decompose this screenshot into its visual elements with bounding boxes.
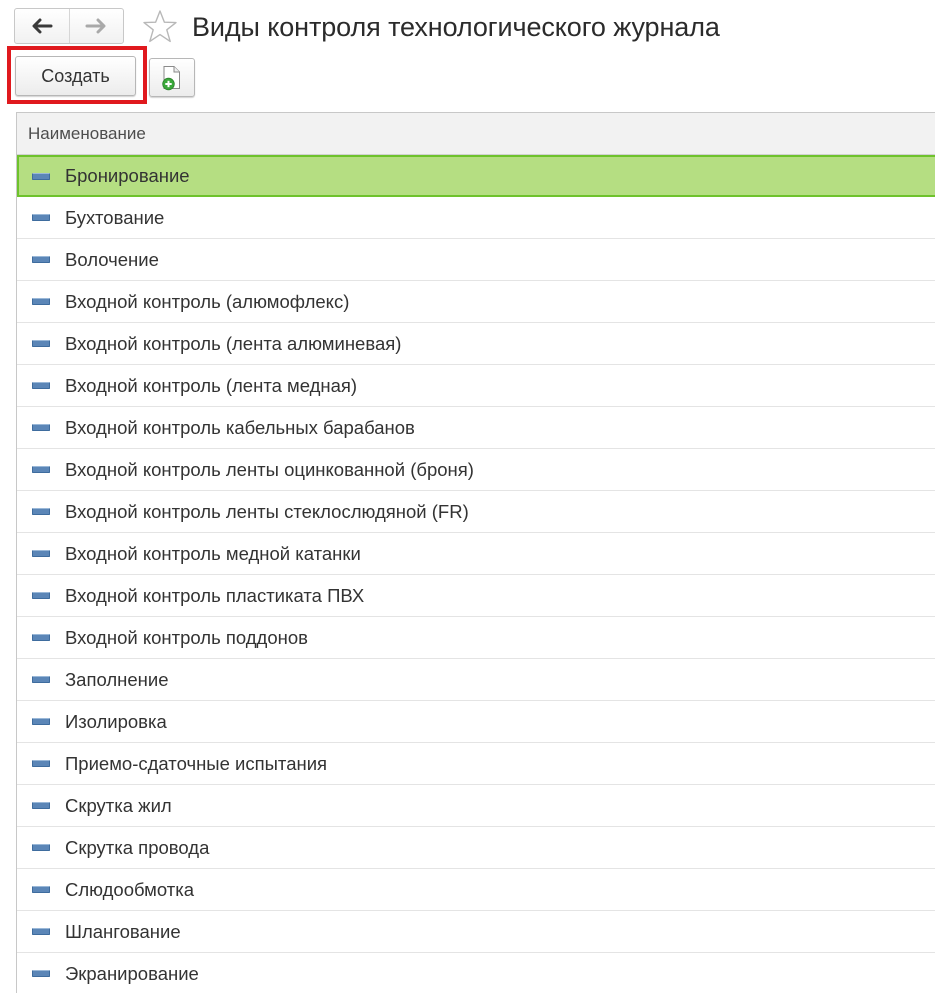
- catalog-item-icon: [32, 508, 50, 515]
- catalog-item-icon: [32, 928, 50, 935]
- table-row[interactable]: Входной контроль медной катанки: [17, 533, 935, 575]
- table-row[interactable]: Волочение: [17, 239, 935, 281]
- row-label: Шлангование: [65, 920, 181, 942]
- table-row[interactable]: Входной контроль пластиката ПВХ: [17, 575, 935, 617]
- row-label: Изолировка: [65, 710, 167, 732]
- table-row[interactable]: Входной контроль ленты оцинкованной (бро…: [17, 449, 935, 491]
- favorite-button[interactable]: [142, 9, 178, 45]
- table-row[interactable]: Бронирование: [17, 155, 935, 197]
- table-row[interactable]: Заполнение: [17, 659, 935, 701]
- forward-button[interactable]: [68, 9, 124, 43]
- catalog-item-icon: [32, 676, 50, 683]
- row-label: Скрутка провода: [65, 836, 210, 858]
- row-label: Входной контроль медной катанки: [65, 542, 361, 564]
- page-title: Виды контроля технологического журнала: [192, 12, 720, 42]
- back-button[interactable]: [15, 9, 69, 43]
- row-label: Входной контроль ленты оцинкованной (бро…: [65, 458, 474, 480]
- table-row[interactable]: Скрутка провода: [17, 827, 935, 869]
- row-label: Входной контроль ленты стеклослюдяной (F…: [65, 500, 469, 522]
- table-row[interactable]: Входной контроль (алюмофлекс): [17, 281, 935, 323]
- row-label: Входной контроль (лента алюминевая): [65, 332, 402, 354]
- table-row[interactable]: Входной контроль кабельных барабанов: [17, 407, 935, 449]
- catalog-item-icon: [32, 760, 50, 767]
- row-label: Скрутка жил: [65, 794, 172, 816]
- star-icon: [143, 10, 177, 43]
- column-header-name[interactable]: Наименование: [17, 113, 935, 155]
- table-row[interactable]: Приемо-сдаточные испытания: [17, 743, 935, 785]
- catalog-item-icon: [32, 886, 50, 893]
- table-row[interactable]: Входной контроль поддонов: [17, 617, 935, 659]
- add-by-copy-button[interactable]: [149, 58, 195, 97]
- catalog-item-icon: [32, 970, 50, 977]
- catalog-item-icon: [32, 802, 50, 809]
- catalog-item-icon: [32, 382, 50, 389]
- table-row[interactable]: Скрутка жил: [17, 785, 935, 827]
- catalog-item-icon: [32, 214, 50, 221]
- table-row[interactable]: Экранирование: [17, 953, 935, 993]
- row-label: Бронирование: [65, 165, 190, 186]
- table-row[interactable]: Входной контроль (лента медная): [17, 365, 935, 407]
- document-add-icon: [162, 65, 180, 90]
- row-label: Входной контроль (лента медная): [65, 374, 358, 396]
- catalog-table: Наименование Бронирование Бухтование Волоч…: [16, 112, 935, 993]
- table-row[interactable]: Слюдообмотка: [17, 869, 935, 911]
- row-label: Экранирование: [65, 962, 199, 984]
- catalog-item-icon: [32, 298, 50, 305]
- table-rows: Бронирование Бухтование Волочение Входной к…: [17, 155, 935, 993]
- row-label: Входной контроль кабельных барабанов: [65, 416, 415, 438]
- arrow-right-icon: [85, 18, 106, 34]
- row-label: Слюдообмотка: [65, 878, 195, 900]
- catalog-item-icon: [32, 424, 50, 431]
- row-label: Бухтование: [65, 206, 165, 228]
- table-row[interactable]: Изолировка: [17, 701, 935, 743]
- row-label: Входной контроль поддонов: [65, 626, 308, 648]
- catalog-item-icon: [32, 592, 50, 599]
- table-row[interactable]: Бухтование: [17, 197, 935, 239]
- navigation-buttons: [14, 8, 124, 44]
- table-row[interactable]: Входной контроль (лента алюминевая): [17, 323, 935, 365]
- row-label: Волочение: [65, 248, 159, 270]
- row-label: Приемо-сдаточные испытания: [65, 752, 328, 774]
- catalog-item-icon: [32, 172, 50, 180]
- row-label: Заполнение: [65, 668, 169, 690]
- table-row[interactable]: Шлангование: [17, 911, 935, 953]
- table-row[interactable]: Входной контроль ленты стеклослюдяной (F…: [17, 491, 935, 533]
- row-label: Входной контроль (алюмофлекс): [65, 290, 350, 312]
- catalog-item-icon: [32, 718, 50, 725]
- arrow-left-icon: [32, 18, 53, 34]
- row-label: Входной контроль пластиката ПВХ: [65, 584, 365, 606]
- create-button[interactable]: Создать: [15, 56, 136, 96]
- catalog-item-icon: [32, 550, 50, 557]
- catalog-item-icon: [32, 256, 50, 263]
- catalog-item-icon: [32, 634, 50, 641]
- catalog-item-icon: [32, 466, 50, 473]
- catalog-item-icon: [32, 340, 50, 347]
- catalog-item-icon: [32, 844, 50, 851]
